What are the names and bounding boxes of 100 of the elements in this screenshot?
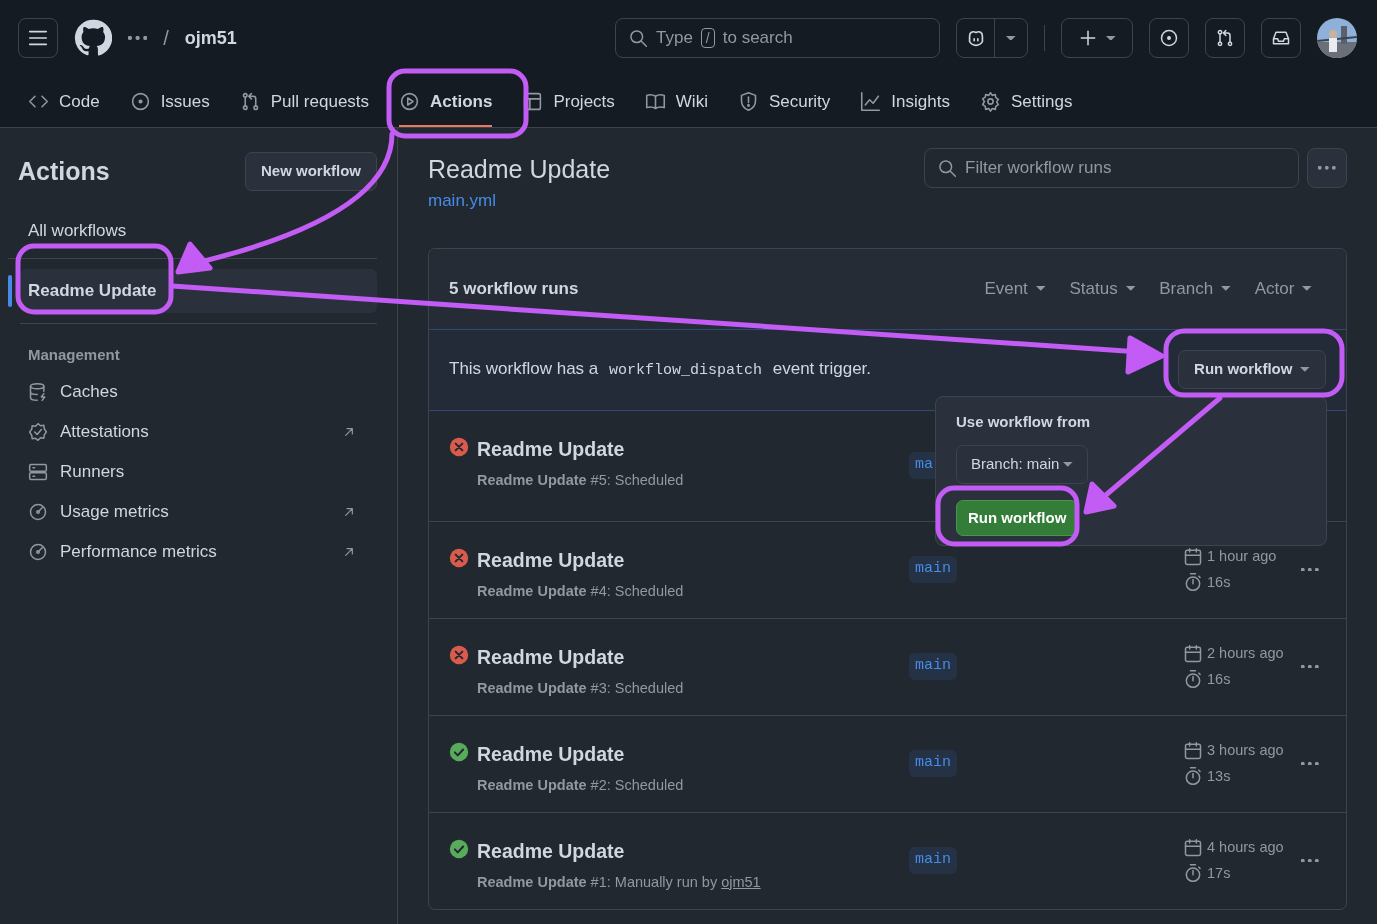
new-workflow-button[interactable]: New workflow: [245, 152, 377, 191]
more-icon: [1301, 858, 1319, 863]
repo-owner-link[interactable]: ojm51: [184, 24, 237, 52]
issues-button[interactable]: [1149, 18, 1189, 58]
more-button[interactable]: [128, 36, 148, 40]
inbox-button[interactable]: [1261, 18, 1301, 58]
more-icon: [128, 36, 148, 40]
run-menu-button[interactable]: [1301, 858, 1319, 863]
actor-link[interactable]: ojm51: [721, 871, 761, 894]
more-icon: [1301, 567, 1319, 572]
settings-icon: [979, 91, 1001, 112]
create-button[interactable]: [1061, 18, 1133, 58]
branch-label: main: [909, 653, 957, 680]
repo-tab[interactable]: Settings: [969, 76, 1083, 127]
gauge-icon: [28, 502, 48, 522]
graph-icon: [860, 91, 882, 112]
run-title[interactable]: Readme Update: [477, 836, 761, 866]
run-duration: 16s: [1183, 668, 1301, 691]
filter-dropdown[interactable]: Event: [984, 275, 1046, 302]
menu-button[interactable]: [18, 18, 58, 58]
run-date: 1 hour ago: [1183, 545, 1301, 568]
copilot-button[interactable]: [956, 18, 1028, 58]
calendar-icon: [1183, 546, 1203, 567]
search-field[interactable]: Type / to search: [615, 18, 940, 58]
caret-icon: [1125, 286, 1136, 291]
badge-check-icon: [28, 422, 48, 442]
stopwatch-icon: [1183, 863, 1203, 884]
section-heading: Management: [28, 344, 121, 365]
filter-dropdown[interactable]: Branch: [1159, 275, 1231, 302]
run-description: Readme Update #2: Scheduled: [477, 775, 684, 795]
stopwatch-icon: [1183, 572, 1203, 593]
database-icon: [28, 382, 48, 402]
stopwatch-icon: [1183, 766, 1203, 787]
run-description: Readme Update #3: Scheduled: [477, 678, 684, 698]
runs-count: 5 workflow runs: [449, 277, 579, 300]
branch-label: main: [909, 556, 957, 583]
caret-icon: [1302, 286, 1312, 291]
run-menu-button[interactable]: [1301, 567, 1319, 572]
pull-requests-button[interactable]: [1205, 18, 1245, 58]
workflow-item[interactable]: All workflows: [20, 208, 377, 252]
filter-dropdown[interactable]: Status: [1069, 275, 1136, 302]
branch-select-button[interactable]: Branch: main: [956, 445, 1088, 484]
popover-title: Use workflow from: [956, 411, 1092, 432]
octocat-logo[interactable]: [74, 19, 112, 57]
calendar-icon: [1183, 837, 1203, 858]
sidebar-link[interactable]: Caches: [8, 372, 377, 412]
run-duration: 16s: [1183, 571, 1301, 594]
dispatch-message: This workflow has a workflow_dispatch event trigger.: [449, 358, 872, 382]
run-date: 3 hours ago: [1183, 739, 1301, 762]
play-icon: [399, 91, 421, 112]
filter-dropdown[interactable]: Actor: [1254, 275, 1312, 302]
search-icon: [937, 158, 957, 178]
more-options-button[interactable]: [1307, 148, 1347, 188]
sidebar-link[interactable]: Runners: [8, 452, 377, 492]
more-icon: [1301, 664, 1319, 669]
repo-tab[interactable]: Actions: [389, 76, 503, 127]
caret-icon: [1006, 35, 1016, 41]
sidebar-link[interactable]: Usage metrics: [8, 492, 377, 532]
more-icon: [1301, 761, 1319, 766]
sidebar-title: Actions: [18, 156, 110, 187]
stopwatch-icon: [1183, 669, 1203, 690]
page-title: Readme Update: [428, 154, 611, 184]
issue-icon: [1159, 28, 1179, 48]
caret-icon: [1063, 461, 1073, 467]
run-menu-button[interactable]: [1301, 761, 1319, 766]
gauge-icon: [28, 542, 48, 562]
caret-icon: [1221, 286, 1231, 291]
caret-icon: [1300, 367, 1310, 372]
run-title[interactable]: Readme Update: [477, 545, 684, 575]
sidebar-link[interactable]: Performance metrics: [8, 532, 377, 572]
repo-tab[interactable]: Issues: [119, 76, 220, 127]
workflow-file-link[interactable]: main.yml: [428, 188, 496, 214]
calendar-icon: [1183, 643, 1203, 664]
search-hint: to search: [722, 27, 793, 50]
repo-tab[interactable]: Pull requests: [229, 76, 380, 127]
run-description: Readme Update #1: Manually run by: [477, 872, 718, 892]
caret-icon: [1035, 286, 1046, 291]
book-icon: [644, 91, 666, 112]
run-date: 2 hours ago: [1183, 642, 1301, 665]
breadcrumb-separator: /: [163, 26, 169, 51]
repo-tab[interactable]: Security: [727, 76, 841, 127]
run-duration: 17s: [1183, 862, 1301, 885]
issue-icon: [129, 91, 151, 112]
run-description: Readme Update #4: Scheduled: [477, 581, 684, 601]
server-icon: [28, 462, 48, 482]
shortcut-key: /: [700, 28, 715, 48]
run-title[interactable]: Readme Update: [477, 642, 684, 672]
run-title[interactable]: Readme Update: [477, 739, 684, 769]
more-icon: [1318, 166, 1336, 170]
repo-tab[interactable]: Wiki: [634, 76, 718, 127]
repo-tab[interactable]: Code: [18, 76, 110, 127]
inbox-icon: [1271, 28, 1291, 48]
run-title[interactable]: Readme Update: [477, 434, 684, 464]
run-workflow-button[interactable]: Run workflow: [1178, 350, 1326, 389]
repo-tab[interactable]: Insights: [850, 76, 960, 127]
run-menu-button[interactable]: [1301, 664, 1319, 669]
branch-label: main: [909, 847, 957, 874]
filter-field[interactable]: Filter workflow runs: [924, 148, 1299, 188]
repo-tab[interactable]: Projects: [512, 76, 625, 127]
sidebar-link[interactable]: Attestations: [8, 412, 377, 452]
